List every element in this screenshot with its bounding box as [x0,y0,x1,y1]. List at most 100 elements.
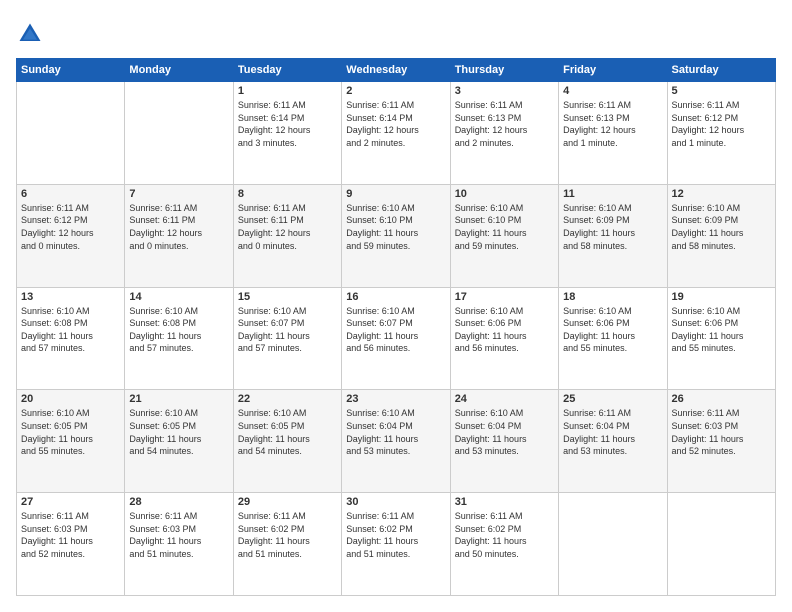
week-row-1: 1 Sunrise: 6:11 AM Sunset: 6:14 PM Daylig… [17,82,776,185]
day-number: 17 [455,291,554,303]
day-info: Sunrise: 6:10 AM Sunset: 6:05 PM Dayligh… [129,407,228,457]
day-info: Sunrise: 6:10 AM Sunset: 6:04 PM Dayligh… [455,407,554,457]
day-cell: 3 Sunrise: 6:11 AM Sunset: 6:13 PM Daylig… [450,82,558,185]
weekday-header-sunday: Sunday [17,59,125,82]
day-info: Sunrise: 6:10 AM Sunset: 6:06 PM Dayligh… [672,305,771,355]
day-cell: 16 Sunrise: 6:10 AM Sunset: 6:07 PM Dayli… [342,287,450,390]
day-cell: 1 Sunrise: 6:11 AM Sunset: 6:14 PM Daylig… [233,82,341,185]
day-number: 9 [346,188,445,200]
day-info: Sunrise: 6:11 AM Sunset: 6:03 PM Dayligh… [672,407,771,457]
day-cell: 29 Sunrise: 6:11 AM Sunset: 6:02 PM Dayli… [233,493,341,596]
week-row-3: 13Sunrise: 6:10 AM Sunset: 6:08 PM Dayli… [17,287,776,390]
day-info: Sunrise: 6:10 AM Sunset: 6:04 PM Dayligh… [346,407,445,457]
day-info: Sunrise: 6:10 AM Sunset: 6:10 PM Dayligh… [346,202,445,252]
day-number: 26 [672,393,771,405]
weekday-header-thursday: Thursday [450,59,558,82]
day-info: Sunrise: 6:11 AM Sunset: 6:14 PM Dayligh… [346,99,445,149]
day-cell: 25Sunrise: 6:11 AM Sunset: 6:04 PM Dayli… [559,390,667,493]
day-number: 5 [672,85,771,97]
day-number: 6 [21,188,120,200]
day-info: Sunrise: 6:11 AM Sunset: 6:02 PM Dayligh… [455,510,554,560]
day-cell: 2 Sunrise: 6:11 AM Sunset: 6:14 PM Daylig… [342,82,450,185]
day-cell: 23 Sunrise: 6:10 AM Sunset: 6:04 PM Dayli… [342,390,450,493]
week-row-5: 27 Sunrise: 6:11 AM Sunset: 6:03 PM Dayli… [17,493,776,596]
day-info: Sunrise: 6:11 AM Sunset: 6:03 PM Dayligh… [129,510,228,560]
day-number: 3 [455,85,554,97]
calendar-table: SundayMondayTuesdayWednesdayThursdayFrid… [16,58,776,596]
day-number: 31 [455,496,554,508]
day-info: Sunrise: 6:10 AM Sunset: 6:10 PM Dayligh… [455,202,554,252]
weekday-header-row: SundayMondayTuesdayWednesdayThursdayFrid… [17,59,776,82]
day-cell: 17 Sunrise: 6:10 AM Sunset: 6:06 PM Dayli… [450,287,558,390]
day-cell: 21 Sunrise: 6:10 AM Sunset: 6:05 PM Dayli… [125,390,233,493]
day-info: Sunrise: 6:10 AM Sunset: 6:08 PM Dayligh… [129,305,228,355]
day-cell: 7Sunrise: 6:11 AM Sunset: 6:11 PM Daylig… [125,184,233,287]
day-number: 12 [672,188,771,200]
day-number: 23 [346,393,445,405]
day-info: Sunrise: 6:11 AM Sunset: 6:12 PM Dayligh… [21,202,120,252]
day-cell: 12 Sunrise: 6:10 AM Sunset: 6:09 PM Dayli… [667,184,775,287]
day-cell: 9 Sunrise: 6:10 AM Sunset: 6:10 PM Daylig… [342,184,450,287]
day-cell [667,493,775,596]
day-cell: 4 Sunrise: 6:11 AM Sunset: 6:13 PM Daylig… [559,82,667,185]
day-info: Sunrise: 6:11 AM Sunset: 6:12 PM Dayligh… [672,99,771,149]
day-cell: 19 Sunrise: 6:10 AM Sunset: 6:06 PM Dayli… [667,287,775,390]
day-info: Sunrise: 6:10 AM Sunset: 6:07 PM Dayligh… [238,305,337,355]
day-cell: 30 Sunrise: 6:11 AM Sunset: 6:02 PM Dayli… [342,493,450,596]
day-info: Sunrise: 6:11 AM Sunset: 6:13 PM Dayligh… [455,99,554,149]
day-number: 4 [563,85,662,97]
day-info: Sunrise: 6:11 AM Sunset: 6:02 PM Dayligh… [238,510,337,560]
day-number: 30 [346,496,445,508]
day-number: 24 [455,393,554,405]
day-info: Sunrise: 6:10 AM Sunset: 6:06 PM Dayligh… [455,305,554,355]
day-info: Sunrise: 6:11 AM Sunset: 6:11 PM Dayligh… [238,202,337,252]
day-cell: 27 Sunrise: 6:11 AM Sunset: 6:03 PM Dayli… [17,493,125,596]
day-number: 25 [563,393,662,405]
day-cell [125,82,233,185]
day-number: 10 [455,188,554,200]
weekday-header-wednesday: Wednesday [342,59,450,82]
day-info: Sunrise: 6:10 AM Sunset: 6:09 PM Dayligh… [563,202,662,252]
day-info: Sunrise: 6:10 AM Sunset: 6:05 PM Dayligh… [21,407,120,457]
day-info: Sunrise: 6:11 AM Sunset: 6:11 PM Dayligh… [129,202,228,252]
day-number: 22 [238,393,337,405]
day-number: 28 [129,496,228,508]
day-cell: 26 Sunrise: 6:11 AM Sunset: 6:03 PM Dayli… [667,390,775,493]
day-number: 11 [563,188,662,200]
day-cell: 20 Sunrise: 6:10 AM Sunset: 6:05 PM Dayli… [17,390,125,493]
day-cell: 13Sunrise: 6:10 AM Sunset: 6:08 PM Dayli… [17,287,125,390]
week-row-4: 20 Sunrise: 6:10 AM Sunset: 6:05 PM Dayli… [17,390,776,493]
day-cell: 24 Sunrise: 6:10 AM Sunset: 6:04 PM Dayli… [450,390,558,493]
header [16,16,776,48]
logo-icon [16,20,44,48]
day-number: 1 [238,85,337,97]
day-info: Sunrise: 6:11 AM Sunset: 6:03 PM Dayligh… [21,510,120,560]
day-cell: 11 Sunrise: 6:10 AM Sunset: 6:09 PM Dayli… [559,184,667,287]
logo [16,16,48,48]
week-row-2: 6 Sunrise: 6:11 AM Sunset: 6:12 PM Daylig… [17,184,776,287]
day-info: Sunrise: 6:11 AM Sunset: 6:13 PM Dayligh… [563,99,662,149]
day-info: Sunrise: 6:10 AM Sunset: 6:07 PM Dayligh… [346,305,445,355]
day-cell: 5 Sunrise: 6:11 AM Sunset: 6:12 PM Daylig… [667,82,775,185]
day-info: Sunrise: 6:10 AM Sunset: 6:08 PM Dayligh… [21,305,120,355]
weekday-header-tuesday: Tuesday [233,59,341,82]
day-info: Sunrise: 6:10 AM Sunset: 6:06 PM Dayligh… [563,305,662,355]
day-number: 16 [346,291,445,303]
weekday-header-friday: Friday [559,59,667,82]
day-number: 21 [129,393,228,405]
day-number: 2 [346,85,445,97]
day-cell [559,493,667,596]
weekday-header-monday: Monday [125,59,233,82]
day-cell: 14 Sunrise: 6:10 AM Sunset: 6:08 PM Dayli… [125,287,233,390]
day-info: Sunrise: 6:11 AM Sunset: 6:14 PM Dayligh… [238,99,337,149]
day-cell: 28 Sunrise: 6:11 AM Sunset: 6:03 PM Dayli… [125,493,233,596]
day-info: Sunrise: 6:10 AM Sunset: 6:09 PM Dayligh… [672,202,771,252]
day-cell: 15Sunrise: 6:10 AM Sunset: 6:07 PM Dayli… [233,287,341,390]
day-number: 27 [21,496,120,508]
day-number: 18 [563,291,662,303]
day-info: Sunrise: 6:11 AM Sunset: 6:02 PM Dayligh… [346,510,445,560]
day-number: 20 [21,393,120,405]
day-number: 14 [129,291,228,303]
day-number: 19 [672,291,771,303]
day-number: 29 [238,496,337,508]
